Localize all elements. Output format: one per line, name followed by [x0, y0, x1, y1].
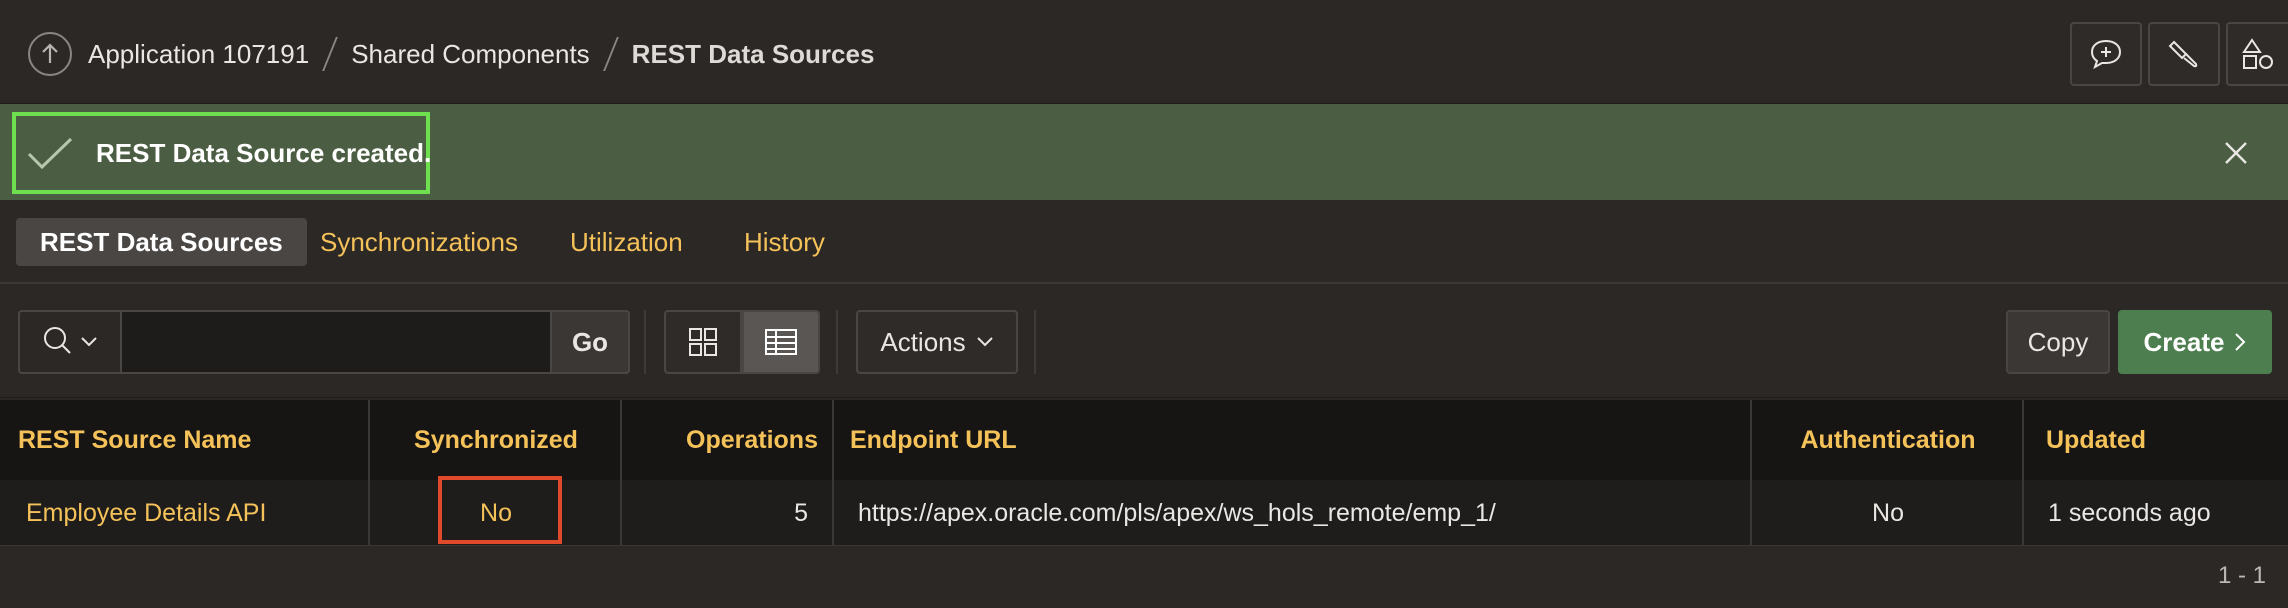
go-button[interactable]: Go: [550, 310, 630, 374]
synchronized-highlight-box: [438, 476, 562, 544]
check-icon: [27, 137, 73, 170]
create-button[interactable]: Create: [2118, 310, 2272, 374]
theme-brush-button[interactable]: [2148, 22, 2220, 86]
breadcrumb-current-page: REST Data Sources: [631, 38, 875, 69]
chevron-down-icon: [81, 337, 97, 347]
brush-icon: [2168, 40, 2198, 68]
comment-add-button[interactable]: [2070, 22, 2142, 86]
tab-utilization[interactable]: Utilization: [570, 218, 683, 266]
actions-label: Actions: [880, 326, 966, 357]
alert-message: REST Data Source created.: [96, 138, 432, 168]
breadcrumb-separator: [604, 37, 618, 71]
breadcrumb-shared-components[interactable]: Shared Components: [351, 39, 589, 70]
icon-view-button[interactable]: [664, 310, 742, 374]
column-divider: [832, 400, 834, 546]
tab-synchronizations[interactable]: Synchronizations: [320, 218, 518, 266]
pagination-range: 1 - 1: [2217, 562, 2266, 589]
shared-components-shortcut-button[interactable]: [2226, 22, 2288, 86]
up-arrow-icon[interactable]: [28, 32, 72, 76]
actions-menu-button[interactable]: Actions: [856, 310, 1018, 374]
column-divider: [368, 400, 370, 546]
column-header-rest-source-name[interactable]: REST Source Name: [18, 400, 251, 480]
column-header-authentication[interactable]: Authentication: [1752, 400, 2024, 480]
rest-source-name-link[interactable]: Employee Details API: [26, 480, 266, 546]
breadcrumb: Application 107191 Shared Components RES…: [88, 36, 874, 72]
column-header-synchronized[interactable]: Synchronized: [370, 400, 622, 480]
report-view-button[interactable]: [742, 310, 820, 374]
endpoint-url-cell: https://apex.oracle.com/pls/apex/ws_hols…: [858, 498, 1496, 527]
tab-rest-data-sources[interactable]: REST Data Sources: [16, 218, 307, 266]
copy-button[interactable]: Copy: [2006, 310, 2110, 374]
report-footer: [0, 546, 2288, 608]
shapes-icon: [2242, 38, 2273, 69]
comment-add-icon: [2090, 39, 2122, 70]
column-header-endpoint-url[interactable]: Endpoint URL: [850, 400, 1017, 480]
chevron-down-icon: [976, 337, 993, 347]
close-icon[interactable]: [2222, 139, 2250, 167]
breadcrumb-separator: [323, 37, 337, 71]
authentication-cell: No: [1872, 498, 1904, 527]
column-header-operations[interactable]: Operations: [624, 400, 818, 480]
search-icon: [44, 327, 71, 354]
operations-cell: 5: [794, 498, 808, 527]
create-label: Create: [2143, 326, 2225, 357]
tab-history[interactable]: History: [744, 218, 825, 266]
updated-cell: 1 seconds ago: [2048, 498, 2211, 527]
search-column-menu[interactable]: [18, 310, 122, 374]
column-header-updated[interactable]: Updated: [2046, 400, 2146, 480]
toolbar-divider: [1034, 310, 1036, 374]
column-divider: [1750, 400, 1752, 546]
toolbar-divider: [644, 310, 646, 374]
search-input[interactable]: [122, 312, 550, 372]
grid-icon: [689, 328, 717, 356]
toolbar-divider: [836, 310, 838, 374]
table-icon: [765, 329, 797, 355]
chevron-right-icon: [2235, 333, 2246, 351]
column-divider: [2022, 400, 2024, 546]
breadcrumb-application[interactable]: Application 107191: [88, 39, 309, 70]
column-divider: [620, 400, 622, 546]
